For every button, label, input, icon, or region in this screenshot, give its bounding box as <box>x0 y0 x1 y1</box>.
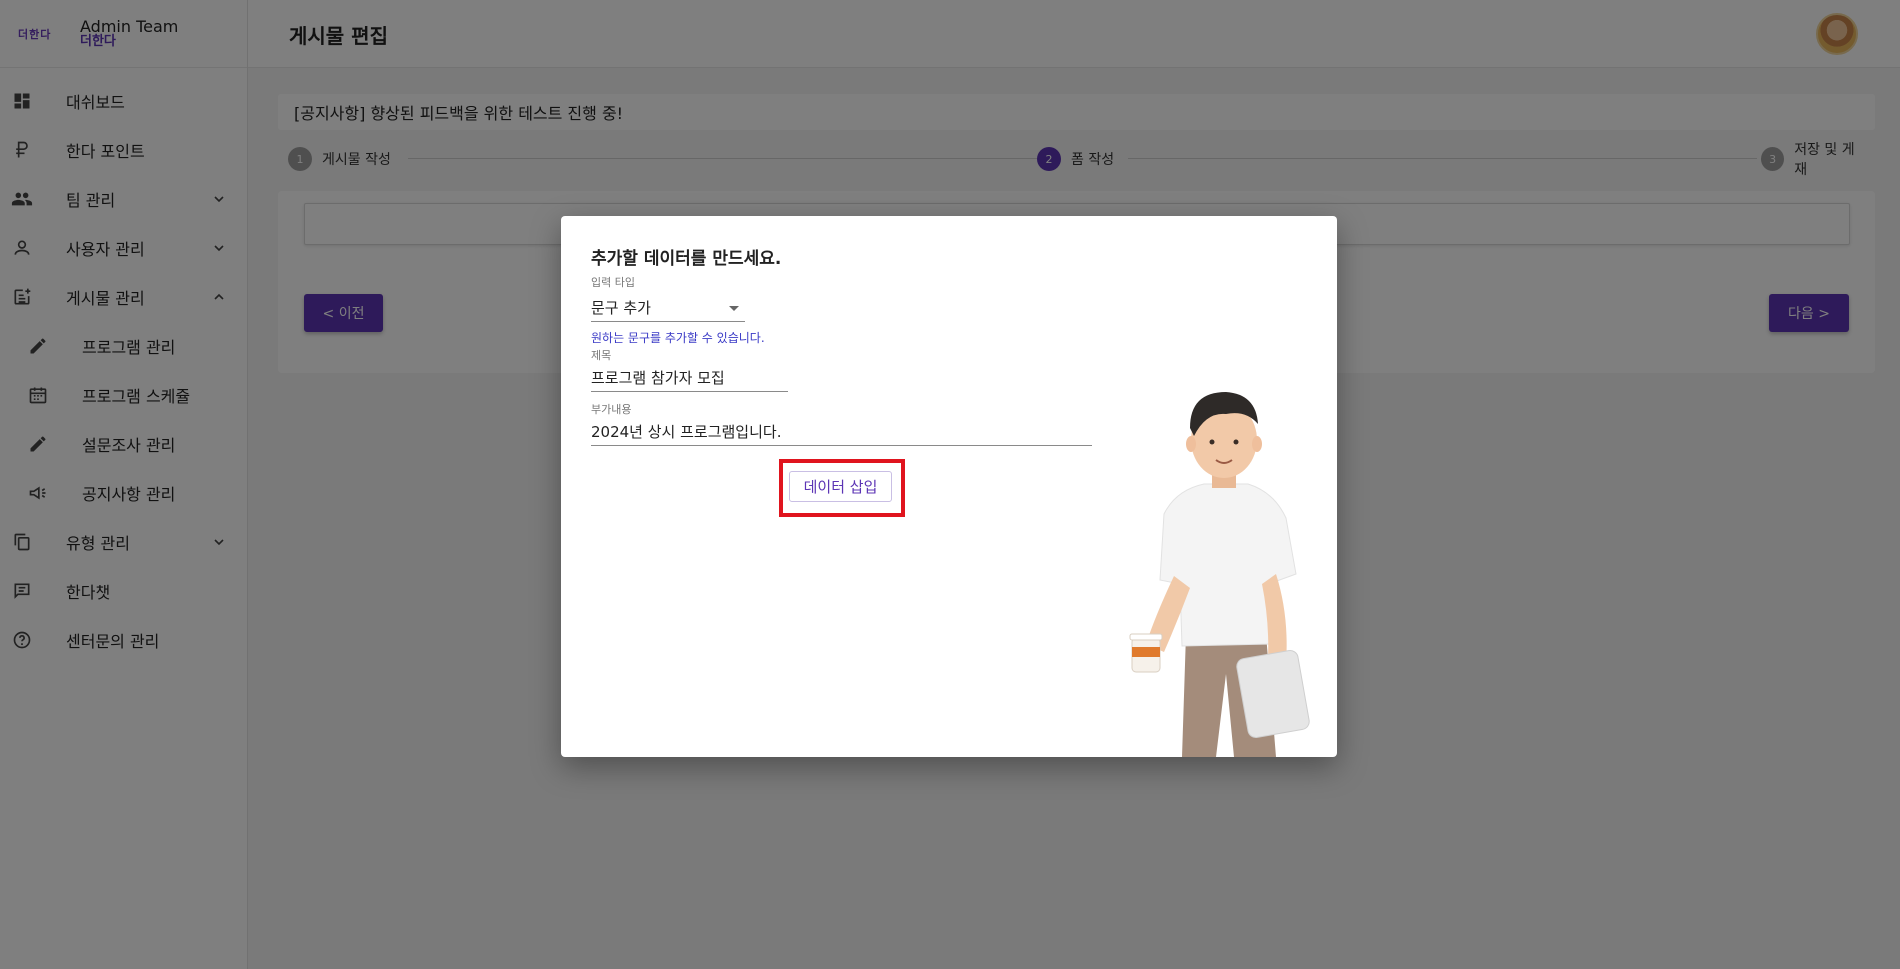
select-value: 문구 추가 <box>591 299 651 317</box>
insert-data-button[interactable]: 데이터 삽입 <box>789 471 892 502</box>
helper-text: 원하는 문구를 추가할 수 있습니다. <box>591 331 765 345</box>
extra-label: 부가내용 <box>591 403 632 416</box>
extra-content-field[interactable]: 2024년 상시 프로그램입니다. <box>591 420 1092 446</box>
add-data-dialog: 추가할 데이터를 만드세요. 입력 타입 문구 추가 원하는 문구를 추가할 수… <box>561 216 1337 757</box>
title-field[interactable]: 프로그램 참가자 모집 <box>591 366 788 392</box>
input-type-select[interactable]: 문구 추가 <box>591 296 745 322</box>
title-label: 제목 <box>591 349 612 362</box>
dialog-title: 추가할 데이터를 만드세요. <box>591 249 782 269</box>
caret-down-icon <box>729 306 739 311</box>
character-illustration <box>1129 392 1310 757</box>
input-type-label: 입력 타입 <box>591 276 635 289</box>
